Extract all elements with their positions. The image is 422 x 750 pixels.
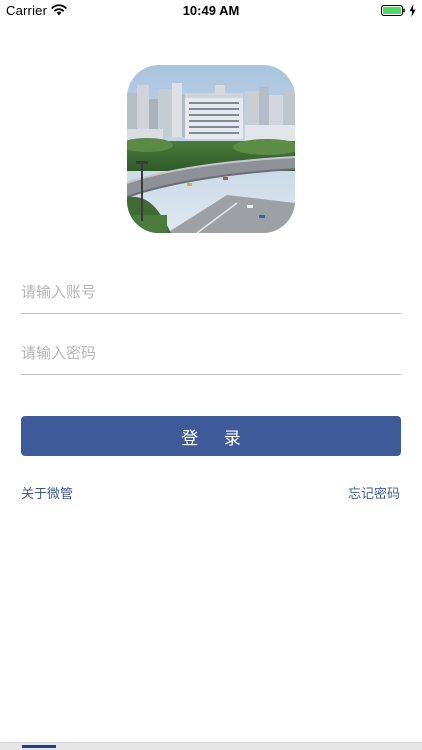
charging-bolt-icon	[409, 4, 416, 17]
about-link[interactable]: 关于微管	[21, 483, 73, 502]
bottom-bar-mark	[22, 745, 56, 748]
bottom-bar	[0, 742, 422, 750]
clock-time: 10:49 AM	[182, 3, 240, 18]
city-building-logo	[127, 65, 295, 233]
forgot-password-link[interactable]: 忘记密码	[348, 483, 400, 502]
login-button[interactable]: 登 录	[21, 416, 401, 456]
account-input[interactable]	[21, 270, 401, 314]
app-logo	[127, 65, 295, 233]
battery-full-icon	[381, 5, 405, 16]
status-bar: Carrier 10:49 AM	[0, 0, 422, 22]
password-input[interactable]	[21, 331, 401, 375]
